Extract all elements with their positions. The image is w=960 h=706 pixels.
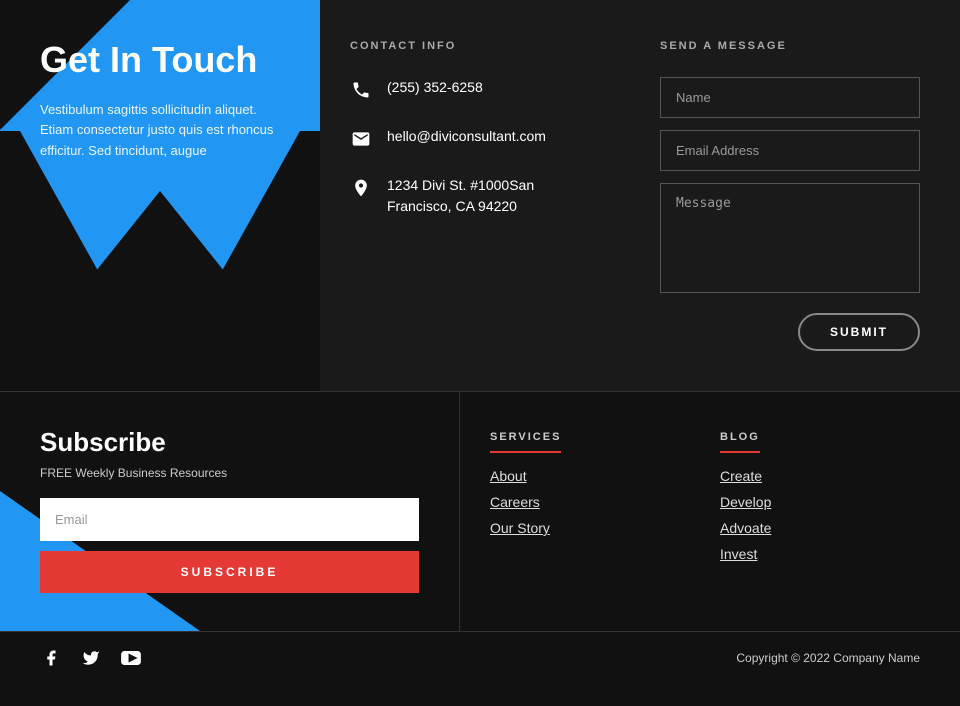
message-textarea[interactable] — [660, 183, 920, 293]
blog-link-develop[interactable]: Develop — [720, 494, 930, 510]
social-icons-group — [40, 647, 142, 669]
contact-phone-text: (255) 352-6258 — [387, 77, 483, 98]
send-message-label: SEND A MESSAGE — [660, 40, 920, 52]
footer-bar: Copyright © 2022 Company Name — [0, 631, 960, 684]
subscribe-email-input[interactable] — [40, 498, 419, 541]
bottom-section: Subscribe FREE Weekly Business Resources… — [0, 391, 960, 631]
left-panel: Get In Touch Vestibulum sagittis sollici… — [0, 0, 320, 391]
subscribe-column: Subscribe FREE Weekly Business Resources… — [0, 392, 460, 631]
v-shape-left — [0, 131, 165, 391]
name-input[interactable] — [660, 77, 920, 118]
page-description: Vestibulum sagittis sollicitudin aliquet… — [40, 100, 290, 162]
blog-title: BLOG — [720, 431, 760, 453]
v-shape-right — [155, 131, 320, 391]
services-link-careers[interactable]: Careers — [490, 494, 660, 510]
blog-link-advoate[interactable]: Advoate — [720, 520, 930, 536]
send-message-panel: SEND A MESSAGE SUBMIT — [620, 0, 960, 391]
copyright-text: Copyright © 2022 Company Name — [736, 651, 920, 665]
subscribe-content: Subscribe FREE Weekly Business Resources… — [40, 427, 419, 593]
subscribe-title: Subscribe — [40, 427, 419, 458]
blog-link-invest[interactable]: Invest — [720, 546, 930, 562]
services-column: SERVICES About Careers Our Story — [460, 392, 690, 631]
contact-info-panel: CONTACT INFO (255) 352-6258 hello@divico… — [320, 0, 620, 391]
top-section: Get In Touch Vestibulum sagittis sollici… — [0, 0, 960, 391]
contact-phone-item: (255) 352-6258 — [350, 77, 590, 101]
services-link-about[interactable]: About — [490, 468, 660, 484]
subscribe-button[interactable]: SUBSCRIBE — [40, 551, 419, 593]
blog-column: BLOG Create Develop Advoate Invest — [690, 392, 960, 631]
twitter-icon[interactable] — [80, 647, 102, 669]
facebook-icon[interactable] — [40, 647, 62, 669]
services-title: SERVICES — [490, 431, 561, 453]
contact-address-text: 1234 Divi St. #1000San Francisco, CA 942… — [387, 175, 590, 217]
email-icon — [350, 128, 372, 150]
contact-email-item: hello@diviconsultant.com — [350, 126, 590, 150]
contact-info-label: CONTACT INFO — [350, 40, 590, 52]
youtube-icon[interactable] — [120, 647, 142, 669]
page-title: Get In Touch — [40, 40, 290, 80]
contact-address-item: 1234 Divi St. #1000San Francisco, CA 942… — [350, 175, 590, 217]
blog-link-create[interactable]: Create — [720, 468, 930, 484]
contact-email-text: hello@diviconsultant.com — [387, 126, 546, 147]
location-icon — [350, 177, 372, 199]
phone-icon — [350, 79, 372, 101]
submit-button[interactable]: SUBMIT — [798, 313, 920, 351]
subscribe-subtitle: FREE Weekly Business Resources — [40, 466, 419, 480]
services-link-our-story[interactable]: Our Story — [490, 520, 660, 536]
email-input[interactable] — [660, 130, 920, 171]
left-panel-content: Get In Touch Vestibulum sagittis sollici… — [40, 40, 290, 162]
